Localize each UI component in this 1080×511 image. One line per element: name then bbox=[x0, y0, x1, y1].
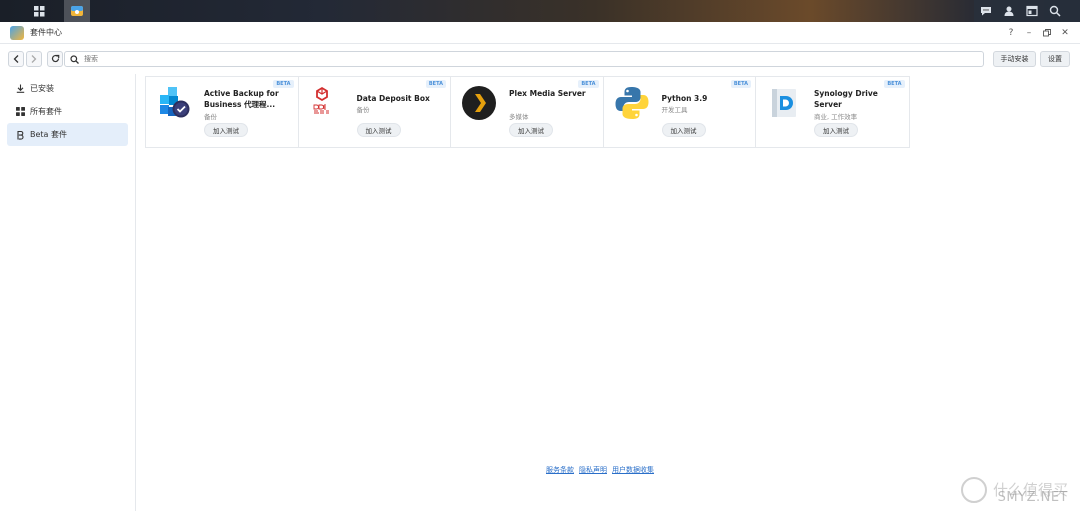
close-icon[interactable]: ✕ bbox=[1056, 22, 1074, 44]
chat-icon[interactable] bbox=[974, 0, 997, 22]
watermark: 什么值得买 SMYZ.NET bbox=[960, 477, 1068, 505]
sidebar-item-label: 所有套件 bbox=[30, 107, 62, 116]
join-beta-button[interactable]: 加入测试 bbox=[509, 123, 553, 137]
package-center-icon bbox=[71, 6, 83, 16]
manual-install-button[interactable]: 手动安装 bbox=[993, 51, 1036, 67]
search-icon bbox=[70, 54, 79, 64]
python-icon bbox=[615, 87, 648, 119]
package-card-python[interactable]: Python 3.9 开发工具 BETA 加入测试 bbox=[604, 77, 756, 147]
sidebar-item-label: 已安装 bbox=[30, 84, 54, 93]
active-backup-icon bbox=[160, 87, 190, 118]
download-icon bbox=[15, 84, 25, 94]
back-button[interactable] bbox=[8, 50, 24, 67]
package-category: 多媒体 bbox=[509, 113, 529, 121]
chevron-left-icon bbox=[13, 54, 19, 63]
sidebar-item-label: Beta 套件 bbox=[30, 130, 67, 139]
toolbar: 手动安装 设置 bbox=[0, 44, 1080, 73]
content-area: 已安装 所有套件 Beta 套件 Active Backup for Busin… bbox=[0, 74, 1080, 511]
package-center-icon bbox=[10, 25, 24, 40]
search-box[interactable] bbox=[64, 51, 984, 67]
data-collection-link[interactable]: 用户数据收集 bbox=[612, 465, 654, 475]
data-deposit-box-icon bbox=[312, 86, 337, 116]
minimize-icon[interactable]: – bbox=[1020, 22, 1038, 44]
main-menu-button[interactable] bbox=[22, 0, 56, 22]
watermark-site: SMYZ.NET bbox=[997, 490, 1068, 505]
plex-icon bbox=[462, 86, 496, 120]
package-name: Active Backup for Business 代理程... bbox=[204, 89, 279, 109]
beta-icon bbox=[15, 130, 25, 140]
beta-badge: BETA bbox=[273, 80, 294, 88]
package-card-active-backup[interactable]: Active Backup for Business 代理程... 备份 BET… bbox=[146, 77, 299, 147]
search-icon[interactable] bbox=[1043, 0, 1066, 22]
package-category: 备份 bbox=[204, 113, 217, 121]
sidebar-item-installed[interactable]: 已安装 bbox=[7, 77, 128, 100]
beta-badge: BETA bbox=[730, 80, 751, 88]
join-beta-button[interactable]: 加入测试 bbox=[814, 123, 858, 137]
package-center-window: 套件中心 ? – ✕ 手动安装 设置 bbox=[0, 22, 1080, 511]
terms-link[interactable]: 服务条款 bbox=[546, 465, 574, 475]
help-icon[interactable]: ? bbox=[1002, 22, 1020, 44]
package-card-data-deposit-box[interactable]: Data Deposit Box 备份 BETA 加入测试 bbox=[299, 77, 451, 147]
window-controls: ? – ✕ bbox=[1002, 22, 1074, 44]
user-icon[interactable] bbox=[997, 0, 1020, 22]
window-title: 套件中心 bbox=[30, 28, 62, 37]
package-card-synology-drive[interactable]: Synology Drive Server 商业, 工作效率 BETA 加入测试 bbox=[756, 77, 909, 147]
grid-icon bbox=[15, 107, 25, 117]
sidebar-item-beta-packages[interactable]: Beta 套件 bbox=[7, 123, 128, 146]
package-name: Python 3.9 bbox=[661, 94, 708, 103]
refresh-button[interactable] bbox=[47, 50, 63, 67]
join-beta-button[interactable]: 加入测试 bbox=[661, 123, 706, 137]
package-grid: Active Backup for Business 代理程... 备份 BET… bbox=[145, 76, 910, 148]
package-name: Data Deposit Box bbox=[356, 94, 430, 103]
sidebar-item-all-packages[interactable]: 所有套件 bbox=[7, 100, 128, 123]
window-titlebar[interactable]: 套件中心 ? – ✕ bbox=[0, 22, 1080, 44]
package-category: 开发工具 bbox=[661, 106, 688, 114]
package-card-plex[interactable]: Plex Media Server 多媒体 BETA 加入测试 bbox=[451, 77, 604, 147]
package-name: Synology Drive Server bbox=[814, 89, 878, 109]
restore-icon[interactable] bbox=[1038, 22, 1056, 44]
apps-grid-icon bbox=[33, 5, 44, 16]
synology-drive-icon bbox=[772, 89, 796, 117]
beta-badge: BETA bbox=[578, 80, 599, 88]
taskbar-package-center-button[interactable] bbox=[64, 0, 90, 22]
package-category: 备份 bbox=[356, 106, 370, 114]
beta-badge: BETA bbox=[425, 80, 446, 88]
refresh-icon bbox=[51, 54, 59, 63]
forward-button[interactable] bbox=[26, 50, 42, 67]
join-beta-button[interactable]: 加入测试 bbox=[204, 123, 248, 137]
sidebar: 已安装 所有套件 Beta 套件 bbox=[0, 74, 136, 511]
watermark-logo bbox=[960, 477, 987, 503]
privacy-link[interactable]: 隐私声明 bbox=[579, 465, 607, 475]
settings-button[interactable]: 设置 bbox=[1040, 51, 1070, 67]
chevron-right-icon bbox=[31, 54, 37, 63]
footer-links: 服务条款 隐私声明 用户数据收集 bbox=[546, 465, 654, 475]
package-name: Plex Media Server bbox=[509, 89, 586, 98]
package-category: 商业, 工作效率 bbox=[814, 113, 858, 121]
taskbar bbox=[0, 0, 1080, 22]
beta-badge: BETA bbox=[884, 80, 905, 88]
widgets-icon[interactable] bbox=[1020, 0, 1043, 22]
taskbar-tray bbox=[974, 0, 1080, 22]
join-beta-button[interactable]: 加入测试 bbox=[356, 123, 401, 137]
search-input[interactable] bbox=[84, 55, 964, 63]
